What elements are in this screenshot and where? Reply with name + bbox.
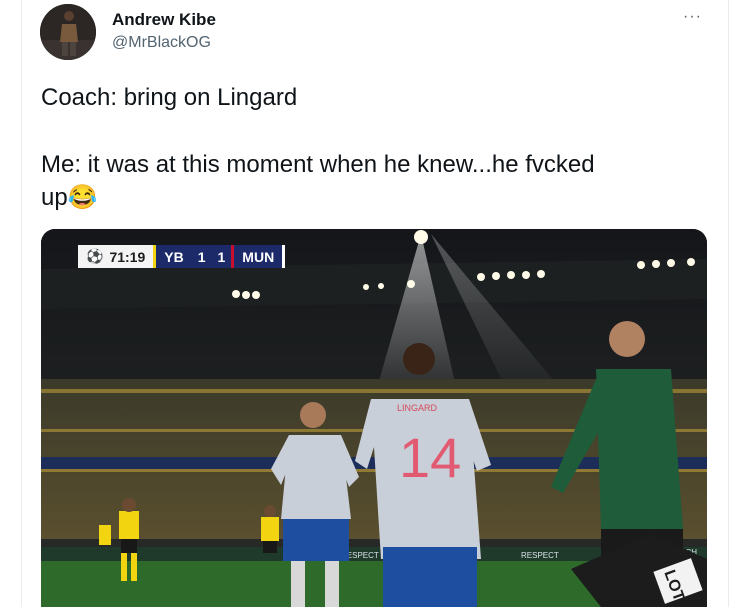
avatar-photo — [40, 4, 96, 60]
avatar[interactable] — [40, 4, 96, 60]
author-name[interactable]: Andrew Kibe — [112, 10, 216, 30]
tweet-text-up: up — [41, 184, 68, 211]
shirt-number: 14 — [399, 426, 461, 489]
tweet-text-line-3: up😂 — [41, 183, 98, 212]
tweet-media-image[interactable]: RESPECT RESPECT EA CH — [41, 229, 707, 607]
tweet-text-line-1: Coach: bring on Lingard — [41, 84, 298, 111]
laughing-emoji-icon: 😂 — [67, 184, 98, 211]
away-team: MUN — [234, 245, 283, 268]
clock-value: 71:19 — [109, 248, 146, 265]
more-options-button[interactable]: ··· — [683, 8, 702, 26]
away-score: 1 — [211, 245, 232, 268]
stadium-photo: RESPECT RESPECT EA CH — [41, 229, 707, 607]
match-clock: ⚽ 71:19 — [78, 245, 154, 268]
scoreboard-end-bar — [282, 245, 286, 268]
scoreboard: ⚽ 71:19 YB 1 1 MUN — [78, 245, 286, 268]
author-handle[interactable]: @MrBlackOG — [112, 34, 211, 52]
tweet-text-line-2: Me: it was at this moment when he knew..… — [41, 151, 595, 178]
shirt-name: LINGARD — [397, 403, 438, 413]
board-text-respect-2: RESPECT — [521, 551, 559, 560]
football-icon: ⚽ — [86, 248, 104, 264]
home-team: YB — [156, 245, 192, 268]
home-score: 1 — [191, 245, 212, 268]
